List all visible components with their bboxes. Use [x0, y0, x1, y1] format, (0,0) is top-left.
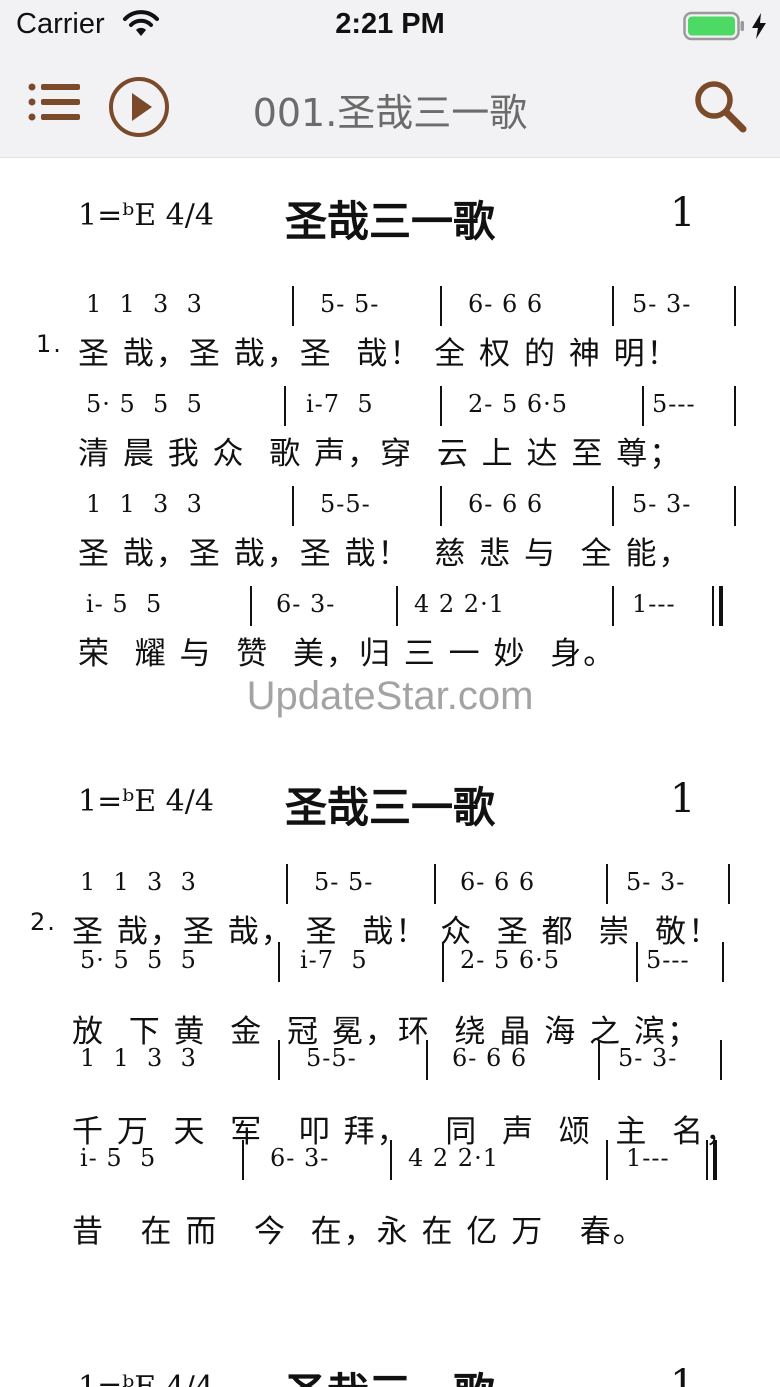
lyric-line: 昔 在 而 今 在，永 在 亿 万 春。 — [72, 1214, 646, 1250]
notes: 4 2 2·1 — [408, 1144, 499, 1172]
hymn-number: 1 — [670, 190, 696, 236]
notes: 5- 5- — [314, 868, 374, 896]
lyric-line: 清 晨 我 众 歌 声，穿 云 上 达 至 尊； — [78, 436, 683, 472]
bar-line — [612, 586, 614, 626]
bar-line — [734, 386, 736, 426]
notes: 5- 3- — [632, 490, 692, 518]
bar-line — [396, 586, 398, 626]
notes: 6- 6 6 — [452, 1044, 528, 1072]
notes: 5-5- — [306, 1044, 357, 1072]
notes: i- 5 5 — [80, 1144, 157, 1172]
notes: 1 1 3 3 — [86, 290, 203, 318]
play-icon[interactable] — [108, 76, 170, 138]
bar-line — [440, 286, 442, 326]
bar-line — [728, 864, 730, 904]
bar-line — [292, 286, 294, 326]
notes: 1 1 3 3 — [80, 868, 197, 896]
list-icon[interactable] — [28, 82, 82, 122]
final-bar-line — [706, 1140, 708, 1180]
page-title: 001.圣哉三一歌 — [252, 91, 528, 135]
notes: 5· 5 5 5 — [86, 390, 203, 418]
navigation-bar: 001.圣哉三一歌 — [0, 56, 780, 158]
notes: 5--- — [646, 946, 690, 974]
notes: 6- 6 6 — [468, 290, 544, 318]
bar-line — [606, 864, 608, 904]
notes: 5- 5- — [320, 290, 380, 318]
bar-line — [734, 286, 736, 326]
notes: 1 1 3 3 — [86, 490, 203, 518]
bar-line — [278, 1040, 280, 1080]
bar-line — [642, 386, 644, 426]
bar-line — [250, 586, 252, 626]
song-title: 圣哉三一歌 — [284, 783, 495, 832]
score-view[interactable]: 1=ᵇE 4/4 圣哉三一歌 1 1 1 3 3 5- 5- 6- 6 6 5-… — [0, 158, 780, 1387]
notes: 1--- — [626, 1144, 670, 1172]
search-icon[interactable] — [692, 78, 748, 134]
bar-line — [606, 1140, 608, 1180]
final-bar-line — [719, 586, 723, 626]
lyric-line: 圣 哉，圣 哉， 圣 哉！ 众 圣 都 崇 敬！ — [72, 914, 722, 950]
notes: 5- 3- — [632, 290, 692, 318]
notes: 5-5- — [320, 490, 371, 518]
bar-line — [426, 1040, 428, 1080]
final-bar-line — [712, 586, 714, 626]
song-title: 圣哉三一歌 — [284, 197, 495, 246]
bar-line — [242, 1140, 244, 1180]
verse-number: 2. — [30, 908, 57, 936]
notes: 6- 3- — [270, 1144, 330, 1172]
notes: 2- 5 6·5 — [468, 390, 569, 418]
notation-line: i- 5 5 6- 3- 4 2 2·1 1--- — [0, 1140, 780, 1371]
bar-line — [286, 864, 288, 904]
notes: 5- 3- — [618, 1044, 678, 1072]
notes: i- 5 5 — [86, 590, 163, 618]
bar-line — [284, 386, 286, 426]
lyric-line: 圣 哉，圣 哉，圣 哉！ 全 权 的 神 明！ — [78, 336, 680, 372]
final-bar-line — [713, 1140, 717, 1180]
bar-line — [636, 942, 638, 982]
bar-line — [722, 942, 724, 982]
bar-line — [734, 486, 736, 526]
notes: 5- 3- — [626, 868, 686, 896]
lyric-line: 圣 哉，圣 哉，圣 哉！ 慈 悲 与 全 能， — [78, 536, 692, 572]
notes: i-7 5 — [300, 946, 368, 974]
charging-bolt-icon — [752, 13, 766, 39]
status-bar: Carrier 2:21 PM — [0, 0, 780, 56]
notes: 1 1 3 3 — [80, 1044, 197, 1072]
bar-line — [278, 942, 280, 982]
watermark: UpdateStar.com — [246, 674, 534, 718]
bar-line — [598, 1040, 600, 1080]
bar-line — [440, 386, 442, 426]
song-title: 圣哉三一歌 — [0, 1360, 780, 1387]
bar-line — [720, 1040, 722, 1080]
notes: 4 2 2·1 — [414, 590, 505, 618]
verse-number: 1. — [36, 330, 63, 358]
notes: 5--- — [652, 390, 696, 418]
hymn-number: 1 — [670, 1362, 696, 1387]
notes: i-7 5 — [306, 390, 374, 418]
notes: 6- 6 6 — [460, 868, 536, 896]
bar-line — [390, 1140, 392, 1180]
notes: 6- 6 6 — [468, 490, 544, 518]
notes: 5· 5 5 5 — [80, 946, 197, 974]
clock: 2:21 PM — [335, 8, 445, 40]
bar-line — [440, 486, 442, 526]
bar-line — [612, 486, 614, 526]
notes: 1--- — [632, 590, 676, 618]
notes: 6- 3- — [276, 590, 336, 618]
bar-line — [292, 486, 294, 526]
bar-line — [442, 942, 444, 982]
hymn-number: 1 — [670, 776, 696, 822]
lyric-line: 荣 耀 与 赞 美，归 三 一 妙 身。 — [78, 636, 617, 672]
notes: 2- 5 6·5 — [460, 946, 561, 974]
bar-line — [612, 286, 614, 326]
bar-line — [434, 864, 436, 904]
battery-icon — [683, 11, 744, 41]
